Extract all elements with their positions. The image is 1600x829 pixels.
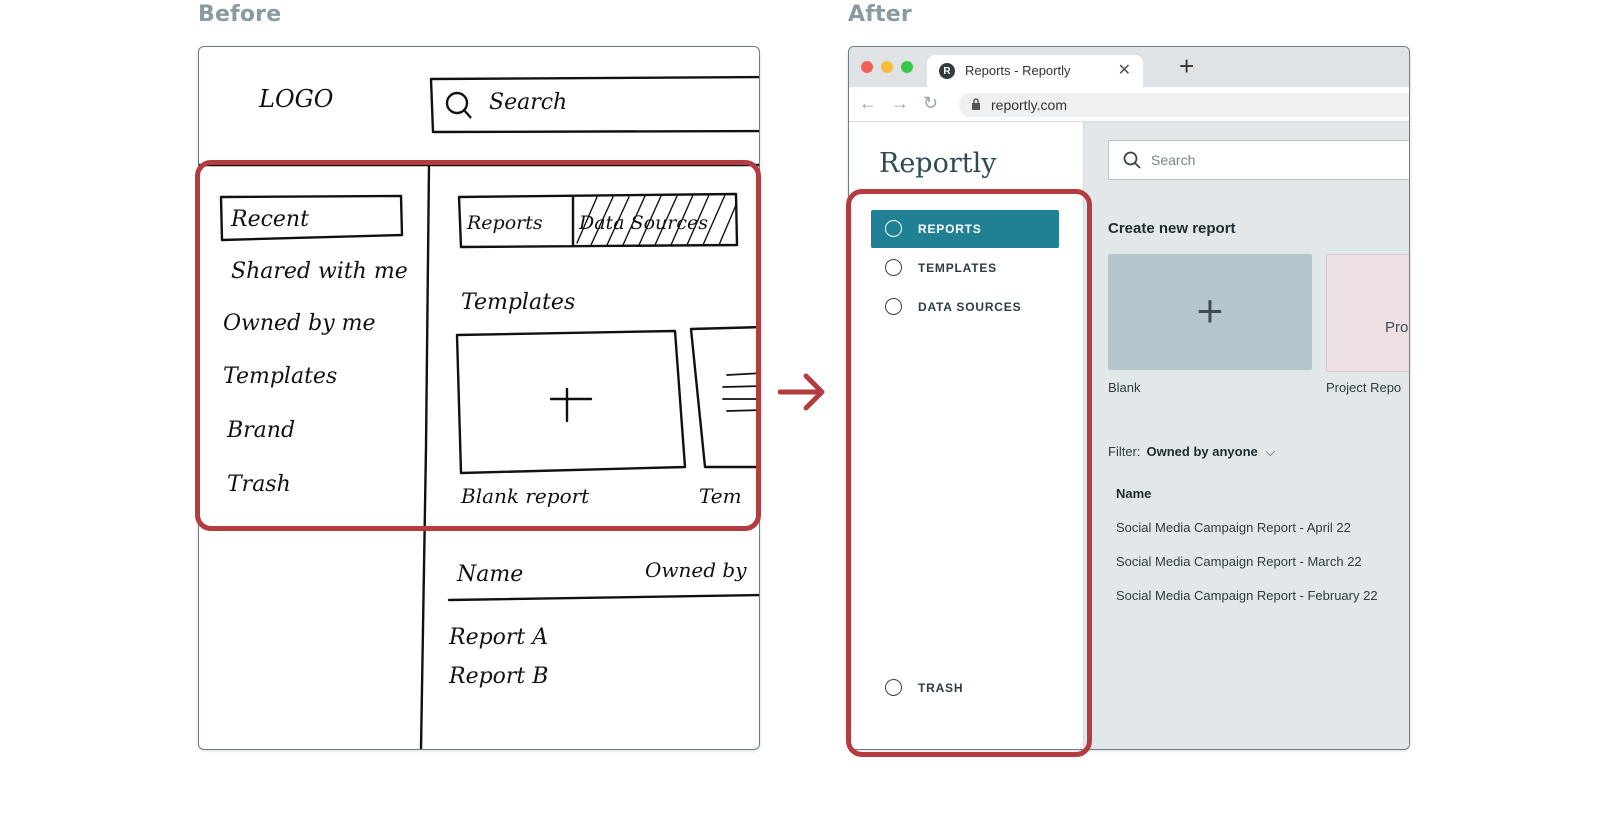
project-template-card[interactable]: Pro [1326,254,1409,372]
project-card-label: Project Repo [1326,380,1402,395]
sketch-blank-label: Blank report [460,484,590,508]
sketch-template-card [689,325,759,469]
maximize-window-button[interactable] [901,61,913,73]
sketch-name-header: Name [456,562,523,587]
nav-item-templates[interactable]: TEMPLATES [871,249,1059,287]
tab-title: Reports - Reportly [965,63,1071,78]
nav-label-templates: TEMPLATES [918,261,997,275]
nav-item-data-sources[interactable]: DATA SOURCES [871,288,1059,326]
nav-label-reports: REPORTS [918,222,982,236]
sketch-logo: LOGO [258,85,334,113]
forward-icon[interactable]: → [891,93,909,114]
sketch-nav-trash: Trash [227,472,291,497]
search-input[interactable]: Search [1108,140,1409,180]
sketch-table-divider [447,593,759,602]
filter-label: Filter: [1108,444,1141,459]
favicon-icon: R [939,63,955,79]
sketch-search-icon [445,91,472,119]
after-heading: After [848,2,912,27]
plus-icon: + [1194,290,1226,332]
chevron-down-icon[interactable]: ⌵ [1265,444,1275,459]
brand-logo: Reportly [879,148,997,179]
table-row[interactable]: Social Media Campaign Report - March 22 [1116,554,1362,569]
sketch-nav-shared: Shared with me [231,259,408,284]
close-window-button[interactable] [861,61,873,73]
back-icon[interactable]: ← [859,93,877,114]
browser-window: R Reports - Reportly ✕ + ← → ↻ reportly.… [848,46,1410,750]
sketch-tab-data-sources: Data Sources [578,212,708,234]
nav-label-trash: TRASH [918,681,964,695]
filter-dropdown[interactable]: Owned by anyone [1147,444,1258,459]
browser-toolbar: ← → ↻ reportly.com [849,87,1409,122]
nav-label-data-sources: DATA SOURCES [918,300,1022,314]
sketch-blank-box [455,329,687,475]
sketch-drawing: LOGO Search Recent Shared with me Owned … [199,75,759,749]
sketch-tab-reports: Reports [466,212,543,234]
nav-item-reports[interactable]: REPORTS [871,210,1059,248]
sidebar: Reportly REPORTS TEMPLATES DATA SOURCES … [849,122,1084,749]
sketch-owned-header: Owned by [645,558,747,582]
sketch-plus [549,387,593,423]
nav-item-trash[interactable]: TRASH [871,669,1059,707]
url-text: reportly.com [991,97,1067,113]
circle-icon [885,259,902,276]
section-title: Create new report [1108,220,1236,237]
circle-icon [885,220,902,237]
circle-icon [885,298,902,315]
reload-icon[interactable]: ↻ [923,93,938,114]
before-sketch: LOGO Search Recent Shared with me Owned … [198,46,760,750]
sketch-row-b: Report B [448,664,548,689]
arrow-right-icon [778,373,825,411]
blank-template-card[interactable]: + [1108,254,1312,370]
sketch-vertical-divider [419,163,431,749]
table-row[interactable]: Social Media Campaign Report - February … [1116,588,1378,603]
blank-card-label: Blank [1108,380,1141,395]
close-tab-icon[interactable]: ✕ [1118,60,1131,80]
sketch-search-label: Search [489,90,567,115]
main-content: Search Create new report + Blank Pro Pro… [1084,122,1409,749]
minimize-window-button[interactable] [881,61,893,73]
sketch-truncated-label: Tem [699,484,742,508]
sketch-row-a: Report A [448,625,548,650]
before-heading: Before [198,2,282,27]
new-tab-icon[interactable]: + [1179,51,1194,82]
sketch-search-box [429,75,759,134]
sketch-nav-brand: Brand [226,418,295,443]
table-row[interactable]: Social Media Campaign Report - April 22 [1116,520,1351,535]
sketch-nav-recent: Recent [230,207,309,232]
sketch-nav-templates: Templates [223,364,337,389]
browser-tab[interactable]: R Reports - Reportly ✕ [927,55,1143,87]
filter: Filter: Owned by anyone ⌵ [1108,444,1275,460]
circle-icon [885,679,902,696]
address-bar[interactable]: reportly.com [959,93,1409,117]
lock-icon [972,98,980,110]
sketch-templates-heading: Templates [461,290,575,315]
search-icon [1123,151,1141,169]
table-header-name: Name [1116,486,1152,501]
search-placeholder: Search [1151,152,1196,168]
project-card-thumb-text: Pro [1385,319,1409,336]
sketch-nav-owned: Owned by me [223,311,376,336]
browser-titlebar: R Reports - Reportly ✕ + [849,47,1409,87]
